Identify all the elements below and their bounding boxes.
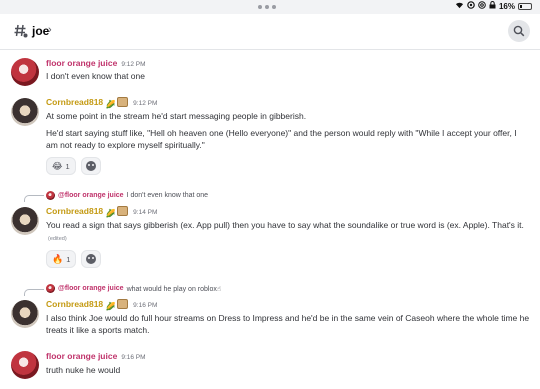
message-timestamp: 9:16 PM — [133, 302, 158, 309]
reaction-fire[interactable]: 🔥 1 — [46, 250, 77, 268]
message-author[interactable]: floor orange juice 9:12 PM — [46, 58, 146, 68]
avatar[interactable] — [11, 300, 39, 328]
avatar[interactable] — [11, 351, 39, 379]
message-author[interactable]: Cornbread818 🌽 9:16 PM — [46, 299, 157, 312]
message-list[interactable]: floor orange juice 9:12 PM I don't even k… — [0, 50, 540, 389]
chevron-right-icon[interactable]: › — [48, 24, 52, 36]
author-name[interactable]: floor orange juice — [46, 58, 117, 68]
user-badges: 🌽 — [105, 299, 129, 312]
battery-icon — [518, 3, 532, 10]
battery-percent: 16% — [498, 2, 515, 11]
message-timestamp: 9:14 PM — [133, 209, 158, 216]
reply-avatar — [46, 284, 55, 293]
message-body: You read a sign that says gibberish (ex.… — [46, 220, 524, 230]
author-name[interactable]: Cornbread818 — [46, 206, 103, 216]
reply-spine — [24, 289, 44, 296]
fire-emoji-icon: 🔥 — [52, 253, 64, 264]
message-author[interactable]: Cornbread818 🌽 9:14 PM — [46, 206, 157, 219]
author-name[interactable]: Cornbread818 — [46, 97, 103, 107]
edited-label: (edited) — [48, 236, 67, 242]
message-timestamp: 9:16 PM — [121, 354, 146, 361]
smiley-add-icon — [85, 161, 96, 171]
message-author[interactable]: Cornbread818 🌽 9:12 PM — [46, 97, 157, 110]
status-bar: 16% — [0, 0, 540, 14]
lock-icon — [489, 1, 496, 12]
avatar[interactable] — [11, 58, 39, 86]
message-text: You read a sign that says gibberish (ex.… — [46, 219, 530, 245]
search-icon — [513, 25, 525, 37]
message-text: He'd start saying stuff like, "Hell oh h… — [46, 128, 517, 150]
reply-preview: what would he play on roblox☝ — [126, 285, 222, 293]
add-reaction-button[interactable] — [80, 157, 101, 175]
reaction-count: 1 — [65, 161, 70, 171]
corn-badge-icon: 🌽 — [105, 100, 116, 109]
message-timestamp: 9:12 PM — [133, 100, 158, 107]
add-reaction-button[interactable] — [81, 250, 102, 268]
search-button[interactable] — [508, 20, 530, 42]
user-badges: 🌽 — [105, 97, 129, 110]
reply-preview: I don't even know that one — [126, 192, 209, 199]
status-indicators: 16% — [455, 1, 532, 12]
smiley-add-icon — [86, 254, 97, 264]
message-text: At some point in the stream he'd start m… — [46, 111, 307, 121]
message-author[interactable]: floor orange juice 9:16 PM — [46, 351, 146, 361]
reply-author: @floor orange juice — [58, 192, 124, 199]
wifi-icon — [455, 1, 464, 12]
box-badge-icon — [117, 299, 129, 309]
channel-header: joe › — [0, 14, 540, 50]
corn-badge-icon: 🌽 — [105, 209, 116, 218]
message-text: truth nuke he would — [46, 365, 121, 375]
reaction-count: 1 — [66, 254, 71, 264]
thread-hash-icon — [14, 23, 28, 39]
reaction-laughing[interactable]: 😂 1 — [46, 157, 76, 175]
author-name[interactable]: Cornbread818 — [46, 299, 103, 309]
laughing-emoji-icon: 😂 — [52, 160, 63, 171]
box-badge-icon — [117, 97, 129, 107]
user-badges: 🌽 — [105, 206, 129, 219]
battery-level — [520, 5, 522, 8]
avatar[interactable] — [11, 207, 39, 235]
focus-icon — [467, 1, 475, 12]
reaction-bar: 🔥 1 — [46, 250, 102, 268]
avatar[interactable] — [11, 98, 39, 126]
reaction-bar: 😂 1 — [46, 157, 101, 175]
reply-author: @floor orange juice — [58, 285, 124, 292]
reply-avatar — [46, 191, 55, 200]
message-text: I also think Joe would do full hour stre… — [46, 313, 530, 335]
reply-reference[interactable]: @floor orange juice what would he play o… — [46, 284, 221, 293]
at-icon — [478, 1, 486, 12]
reply-spine — [24, 195, 44, 202]
reply-reference[interactable]: @floor orange juice I don't even know th… — [46, 191, 208, 200]
message-timestamp: 9:12 PM — [121, 61, 146, 68]
message-text: I don't even know that one — [46, 71, 145, 81]
corn-badge-icon: 🌽 — [105, 302, 116, 311]
box-badge-icon — [117, 206, 129, 216]
channel-title[interactable]: joe — [32, 24, 49, 38]
multitask-dots-icon[interactable] — [258, 5, 276, 9]
author-name[interactable]: floor orange juice — [46, 351, 117, 361]
